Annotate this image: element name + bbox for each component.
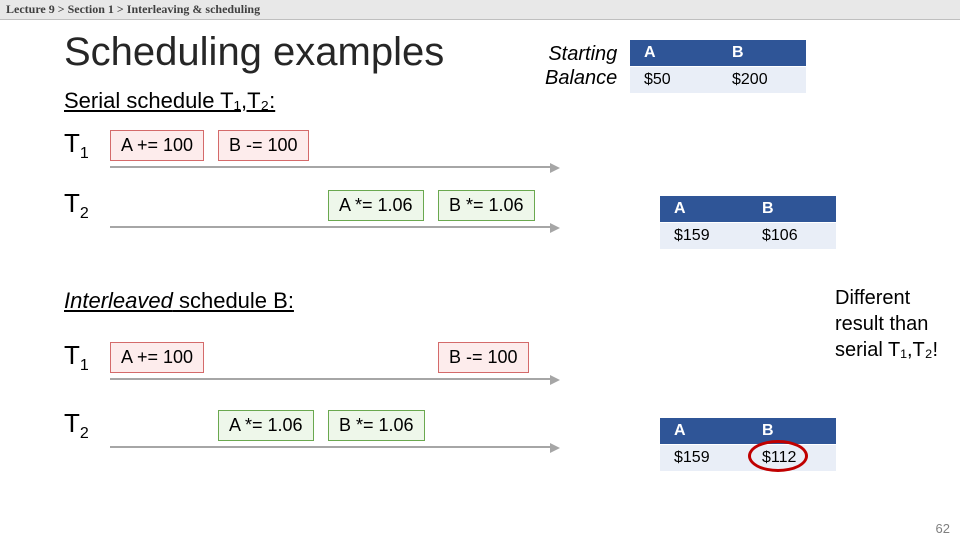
th-b: B [748,196,836,223]
op-b-dec: B -= 100 [438,342,529,373]
inter-t2-label: T2 [64,408,89,443]
op-a-inc: A += 100 [110,130,204,161]
op-b-dec: B -= 100 [218,130,309,161]
op-a-mul: A *= 1.06 [218,410,314,441]
arrow-icon [550,223,560,233]
serial-t1-row: A += 100 B -= 100 [110,132,550,166]
arrow-icon [550,375,560,385]
callout-note: Different result than serial T₁,T₂! [835,285,945,363]
starting-line2: Balance [545,67,617,89]
breadcrumb: Lecture 9 > Section 1 > Interleaving & s… [0,0,960,20]
th-a: A [630,40,718,67]
arrow-icon [550,163,560,173]
op-a-inc: A += 100 [110,342,204,373]
op-b-mul: B *= 1.06 [328,410,425,441]
arrow-icon [550,443,560,453]
inter-result-table: AB $159$112 [660,418,836,471]
inter-t2-row: A *= 1.06 B *= 1.06 [110,412,550,446]
interleaved-heading: Interleaved schedule B: [64,288,294,314]
th-a: A [660,418,748,445]
starting-table: AB $50$200 [630,40,806,93]
page-title: Scheduling examples [64,30,444,75]
highlight-circle-icon [748,440,808,472]
serial-t2-row: A *= 1.06 B *= 1.06 [110,192,550,226]
page-number: 62 [936,521,950,536]
starting-line1: Starting [548,43,617,65]
inter-t1-row: A += 100 B -= 100 [110,344,550,378]
start-b: $200 [718,67,806,94]
inter-t1-label: T1 [64,340,89,375]
start-a: $50 [630,67,718,94]
serial-heading: Serial schedule T₁,T₂: [64,88,275,114]
th-a: A [660,196,748,223]
serial-b: $106 [748,223,836,250]
th-b: B [718,40,806,67]
serial-result-table: AB $159$106 [660,196,836,249]
starting-balance-label: Starting Balance [545,42,617,90]
serial-t1-label: T1 [64,128,89,163]
th-b: B [748,418,836,445]
op-b-mul: B *= 1.06 [438,190,535,221]
slide-body: Scheduling examples Starting Balance AB … [0,20,960,538]
op-a-mul: A *= 1.06 [328,190,424,221]
serial-a: $159 [660,223,748,250]
inter-a: $159 [660,445,748,472]
serial-t2-label: T2 [64,188,89,223]
